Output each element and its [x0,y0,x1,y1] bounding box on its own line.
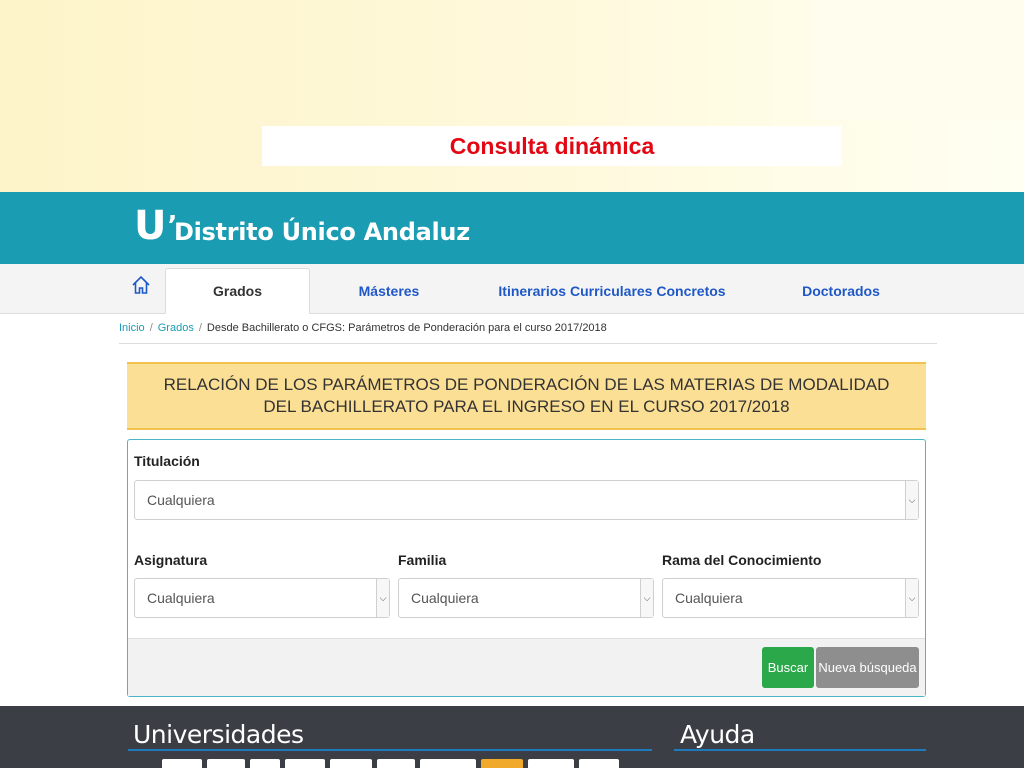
chevron-down-icon: ⌵ [905,579,918,617]
footer-divider [674,749,926,751]
search-button[interactable]: Buscar [762,647,814,688]
breadcrumb-separator: / [198,322,202,334]
university-logo[interactable] [330,759,372,768]
rama-select[interactable]: Cualquiera ⌵ [662,578,919,618]
site-logo[interactable]: U’ [134,204,177,248]
site-name[interactable]: Distrito Único Andaluz [174,218,470,246]
chevron-down-icon: ⌵ [640,579,653,617]
university-logo[interactable] [481,759,523,768]
rama-label: Rama del Conocimiento [662,552,822,568]
breadcrumb: Inicio / Grados / Desde Bachillerato o CFGS:… [119,322,937,344]
footer-ayuda-title: Ayuda [680,720,755,749]
familia-select[interactable]: Cualquiera ⌵ [398,578,654,618]
tab-grados[interactable]: Grados [165,268,310,314]
asignatura-select[interactable]: Cualquiera ⌵ [134,578,390,618]
tab-doctorados[interactable]: Doctorados [780,268,902,314]
page-heading: RELACIÓN DE LOS PARÁMETROS DE PONDERACIÓ… [127,362,926,430]
home-icon-svg [132,275,150,294]
university-logo[interactable] [250,759,280,768]
university-logo[interactable] [579,759,619,768]
university-logo[interactable] [162,759,202,768]
university-logo[interactable] [285,759,325,768]
footer-divider [128,749,652,751]
breadcrumb-grados[interactable]: Grados [158,322,194,334]
tab-masteres[interactable]: Másteres [330,268,448,314]
home-icon[interactable] [130,274,154,298]
familia-value: Cualquiera [411,590,479,606]
logo-mark: U [134,203,167,249]
slide-decoration [810,0,1024,120]
titulacion-label: Titulación [134,453,200,469]
slide-title: Consulta dinámica [262,126,842,166]
university-logo[interactable] [207,759,245,768]
page-heading-text: RELACIÓN DE LOS PARÁMETROS DE PONDERACIÓ… [163,375,890,416]
breadcrumb-inicio[interactable]: Inicio [119,322,145,334]
asignatura-value: Cualquiera [147,590,215,606]
chevron-down-icon: ⌵ [376,579,389,617]
breadcrumb-current: Desde Bachillerato o CFGS: Parámetros de… [206,322,607,334]
university-logo[interactable] [528,759,574,768]
familia-label: Familia [398,552,447,568]
rama-value: Cualquiera [675,590,743,606]
titulacion-select[interactable]: Cualquiera ⌵ [134,480,919,520]
titulacion-value: Cualquiera [147,492,215,508]
tab-itinerarios[interactable]: Itinerarios Curriculares Concretos [488,268,736,314]
footer-universidades-title: Universidades [133,720,304,749]
university-logo[interactable] [420,759,476,768]
chevron-down-icon: ⌵ [905,481,918,519]
asignatura-label: Asignatura [134,552,208,568]
breadcrumb-separator: / [149,322,153,334]
new-search-button[interactable]: Nueva búsqueda [816,647,919,688]
university-logo[interactable] [377,759,415,768]
